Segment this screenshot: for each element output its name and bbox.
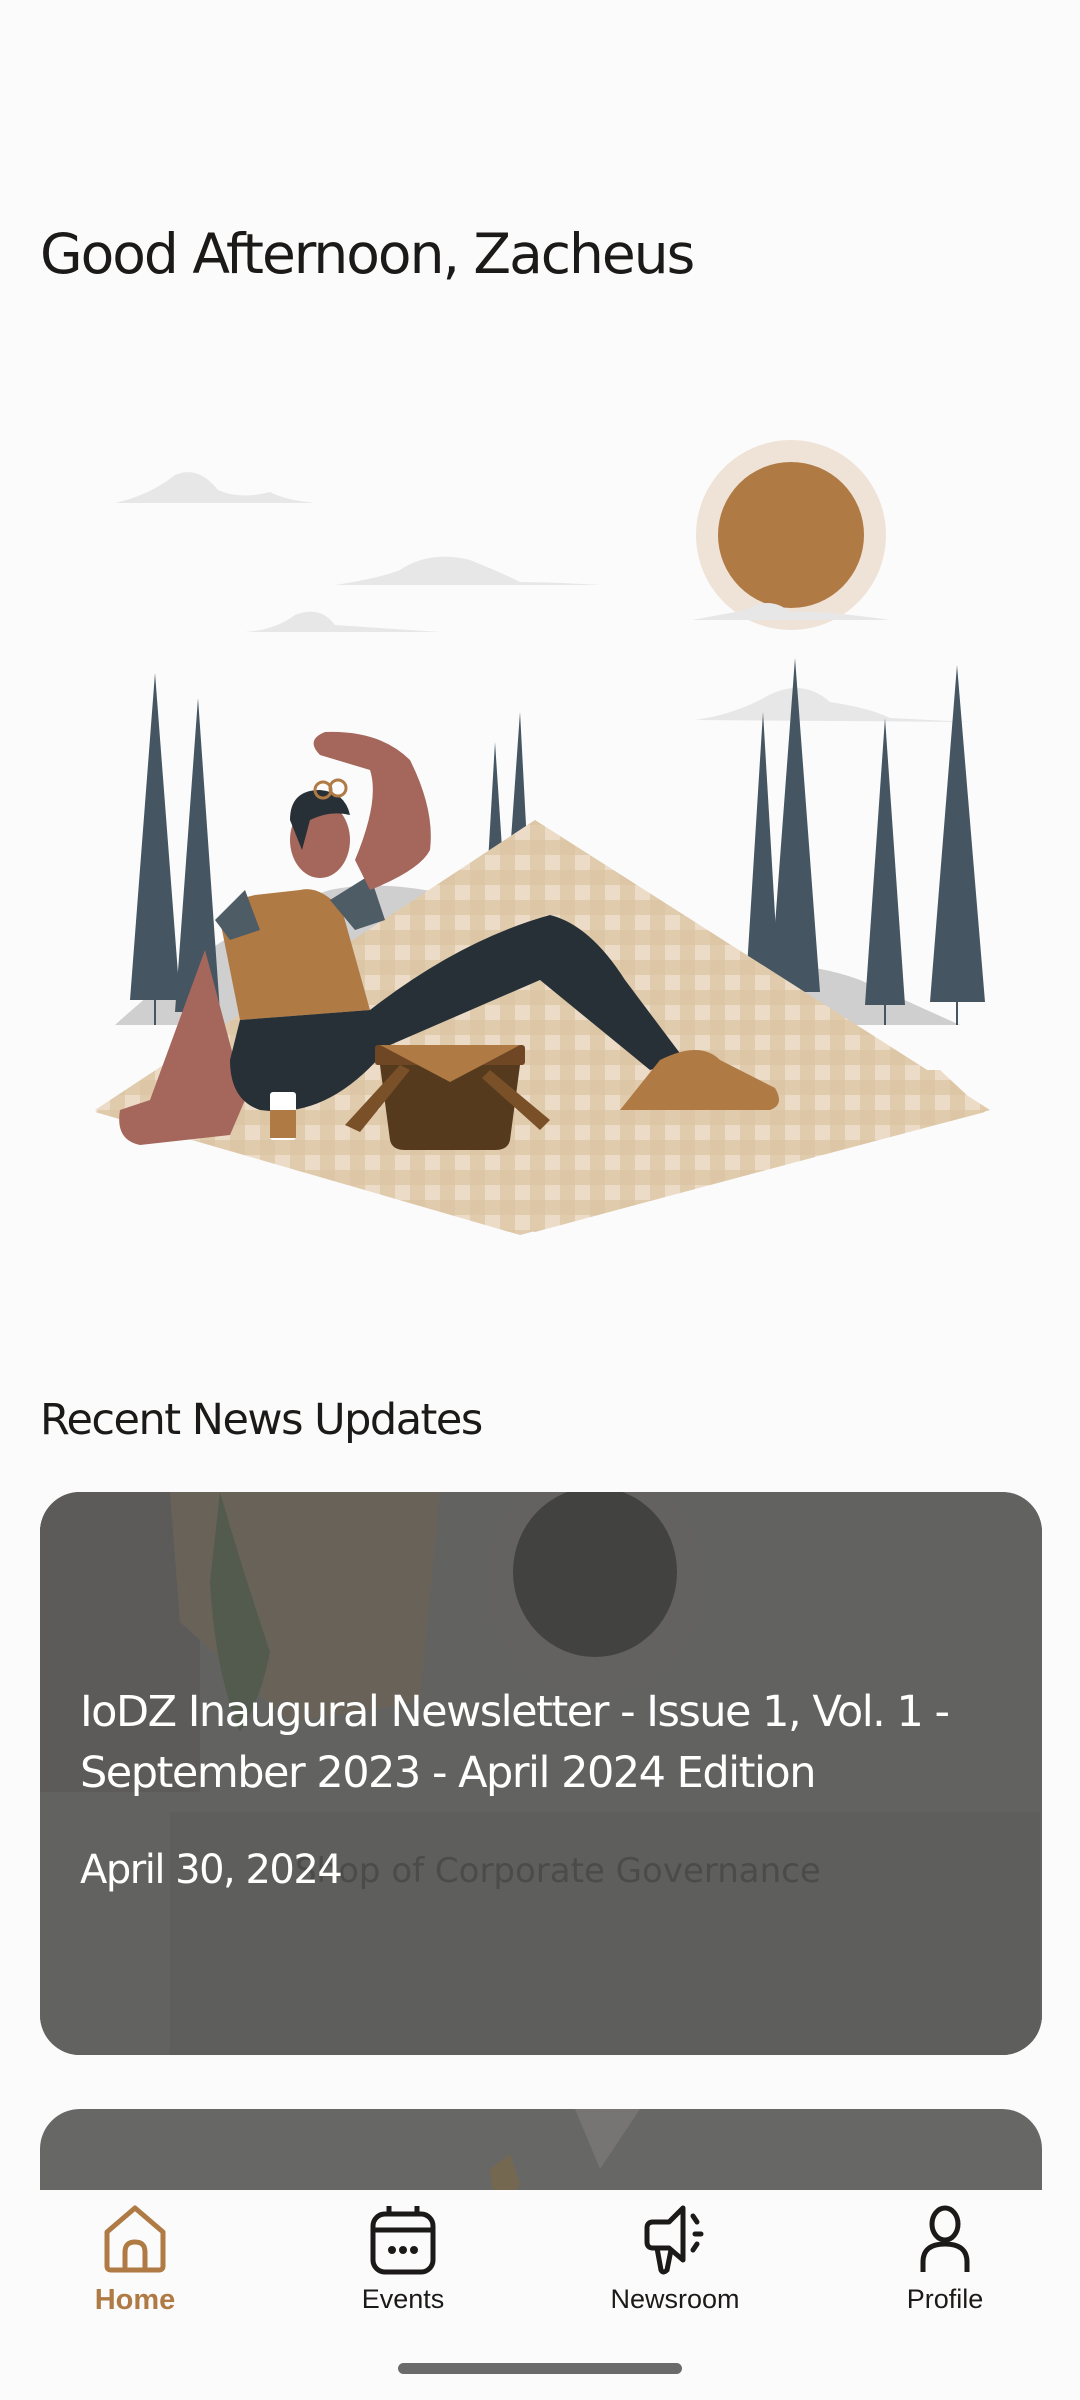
home-icon [104, 2205, 166, 2273]
nav-label: Events [361, 2284, 445, 2314]
home-indicator-bar[interactable] [398, 2363, 682, 2374]
picnic-illustration [95, 440, 990, 1235]
user-icon [920, 2205, 970, 2272]
drink-can [270, 1092, 296, 1140]
nav-label: Home [94, 2284, 176, 2316]
news-title: IoDZ Inaugural Newsletter - Issue 1, Vol… [80, 1687, 950, 1798]
nav-profile[interactable]: Profile [845, 2204, 1045, 2324]
nav-label: Profile [906, 2284, 984, 2314]
nav-events[interactable]: Events [303, 2204, 503, 2324]
nav-newsroom[interactable]: Newsroom [575, 2204, 775, 2324]
nav-home[interactable]: Home [35, 2204, 235, 2324]
megaphone-icon [644, 2205, 704, 2275]
nav-label: Newsroom [610, 2284, 740, 2314]
calendar-icon [370, 2206, 436, 2275]
greeting-heading: Good Afternoon, Zacheus [40, 222, 695, 286]
sun-icon [696, 440, 886, 630]
news-card[interactable]: Shop of Corporate Governance IoDZ Inaugu… [40, 1492, 1042, 2055]
news-date: April 30, 2024 [80, 1847, 343, 1893]
recent-news-heading: Recent News Updates [40, 1395, 483, 1445]
